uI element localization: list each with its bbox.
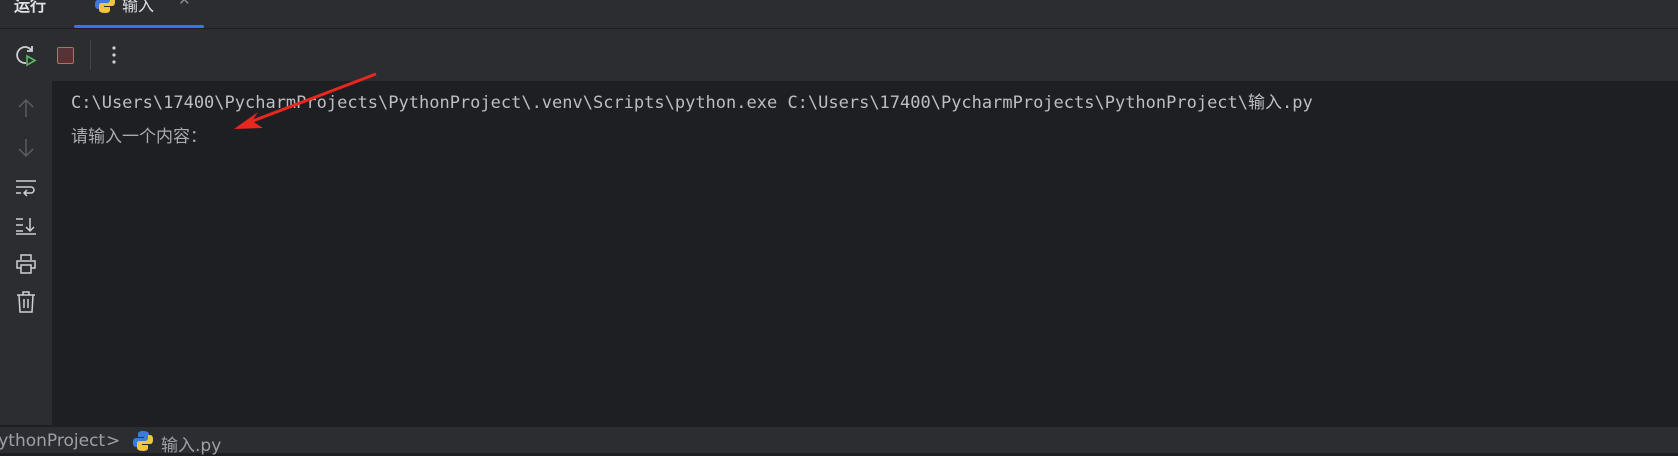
annotation-arrow bbox=[234, 72, 377, 129]
breadcrumb-file[interactable]: 输入.py bbox=[161, 431, 221, 456]
breadcrumb-separator: > bbox=[106, 431, 121, 451]
status-bar-breadcrumb: PythonProject > 输入.py bbox=[0, 427, 1678, 456]
python-file-icon bbox=[133, 431, 153, 451]
breadcrumb-project[interactable]: PythonProject bbox=[0, 431, 105, 451]
